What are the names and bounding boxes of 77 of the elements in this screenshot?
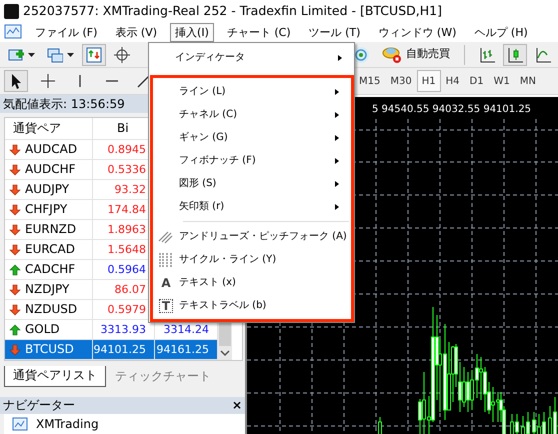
panel-title: ナビゲーター (3, 397, 75, 414)
toolbar-button[interactable] (82, 44, 106, 66)
menu-item[interactable]: チャート (C) (222, 22, 296, 42)
app-icon[interactable] (4, 24, 22, 40)
crosshair-icon (114, 46, 130, 62)
price-readout: 5 94540.55 94032.55 94101.25 (372, 103, 532, 117)
window-title: 252037577: XMTrading-Real 252 - Tradexfin Limited - [BTCUSD,H1] (23, 2, 442, 20)
cycle-lines-icon (158, 252, 174, 268)
bid-price: 93.32 (114, 183, 146, 196)
column-header: 通貨ペア (5, 118, 93, 139)
bid-price: 86.07 (114, 283, 146, 296)
text-label-icon: T (158, 298, 174, 312)
submenu-arrow-icon (334, 112, 339, 118)
crosshair-icon (40, 73, 56, 89)
symbol-text: AUDCHF (25, 161, 76, 178)
symbol-text: CADCHF (25, 261, 76, 278)
submenu-arrow-icon (338, 54, 342, 60)
menu-item[interactable]: ウィンドウ (W) (373, 22, 462, 42)
bid-price: 1.8963 (108, 223, 146, 236)
table-row[interactable]: BTCUSD 94101.25 94161.25 (5, 340, 218, 360)
submenu-arrow-icon (334, 204, 339, 210)
drawing-tool-button[interactable] (4, 70, 28, 92)
bid-price: 174.84 (108, 203, 146, 216)
symbol-text: BTCUSD (25, 341, 74, 358)
ask-price: 3314.24 (164, 323, 209, 336)
menu-item[interactable]: 表示 (V) (110, 22, 162, 42)
timeframe-button[interactable]: D1 (464, 70, 489, 92)
bar-chart-icon (479, 46, 495, 62)
account-icon (12, 417, 28, 431)
caret-icon (28, 52, 35, 56)
bid-price: 0.8945 (108, 143, 146, 156)
windows-icon (47, 46, 63, 62)
submenu-arrow-icon (334, 134, 339, 140)
symbol-text: GOLD (25, 321, 60, 338)
horizontal-line-icon (106, 80, 118, 82)
new-chart-icon (8, 46, 24, 62)
symbol-text: NZDJPY (25, 281, 70, 298)
panel-tab[interactable]: ティックチャート (106, 366, 220, 387)
timeframe-button[interactable]: M15 (354, 70, 386, 92)
vertical-line-icon (79, 75, 81, 87)
timeframe-button[interactable]: MN (514, 70, 541, 92)
quotes-icon (86, 46, 102, 62)
submenu-arrow-icon (334, 158, 339, 164)
bid-price: 3313.93 (100, 323, 146, 336)
symbol-text: NZDUSD (25, 301, 78, 318)
timeframe-button[interactable]: W1 (488, 70, 515, 92)
bid-price: 0.5964 (108, 263, 146, 276)
ask-price: 94161.25 (156, 343, 209, 356)
chart-type-button[interactable] (503, 44, 527, 66)
submenu-arrow-icon (334, 88, 339, 94)
submenu-arrow-icon (334, 180, 339, 186)
pitchfork-icon (158, 228, 174, 244)
menu-item[interactable]: インディケータ (149, 46, 354, 69)
candlestick-icon (507, 46, 523, 62)
bid-price: 1.5648 (108, 243, 146, 256)
timeframe-button[interactable]: H1 (416, 70, 441, 92)
close-button[interactable]: × (232, 397, 242, 414)
bid-price: 0.5979 (108, 303, 146, 316)
auto-trading-icon (382, 46, 402, 64)
timeframe-button[interactable]: H4 (440, 70, 464, 92)
menu-item[interactable]: 挿入(I) (170, 22, 214, 42)
bid-price: 0.5336 (108, 163, 146, 176)
menu-item[interactable]: ヘルプ (H) (469, 22, 533, 42)
auto-trading-button[interactable]: 自動売買 (378, 44, 454, 66)
app-logo-icon (4, 4, 19, 18)
caret-icon (67, 52, 74, 56)
symbol-text: AUDJPY (25, 181, 70, 198)
symbol-text: EURCAD (25, 241, 75, 258)
symbol-text: CHFJPY (25, 201, 68, 218)
menu-item[interactable]: ファイル (F) (30, 22, 102, 42)
bid-price: 94101.25 (94, 343, 146, 356)
panel-tab[interactable]: 通貨ペアリスト (4, 366, 106, 387)
menu-item[interactable]: ツール (T) (304, 22, 366, 42)
line-chart-icon (535, 46, 551, 62)
symbol-text: EURNZD (25, 221, 76, 238)
timeframe-button[interactable]: M30 (385, 70, 417, 92)
symbol-text: AUDCAD (25, 141, 78, 158)
